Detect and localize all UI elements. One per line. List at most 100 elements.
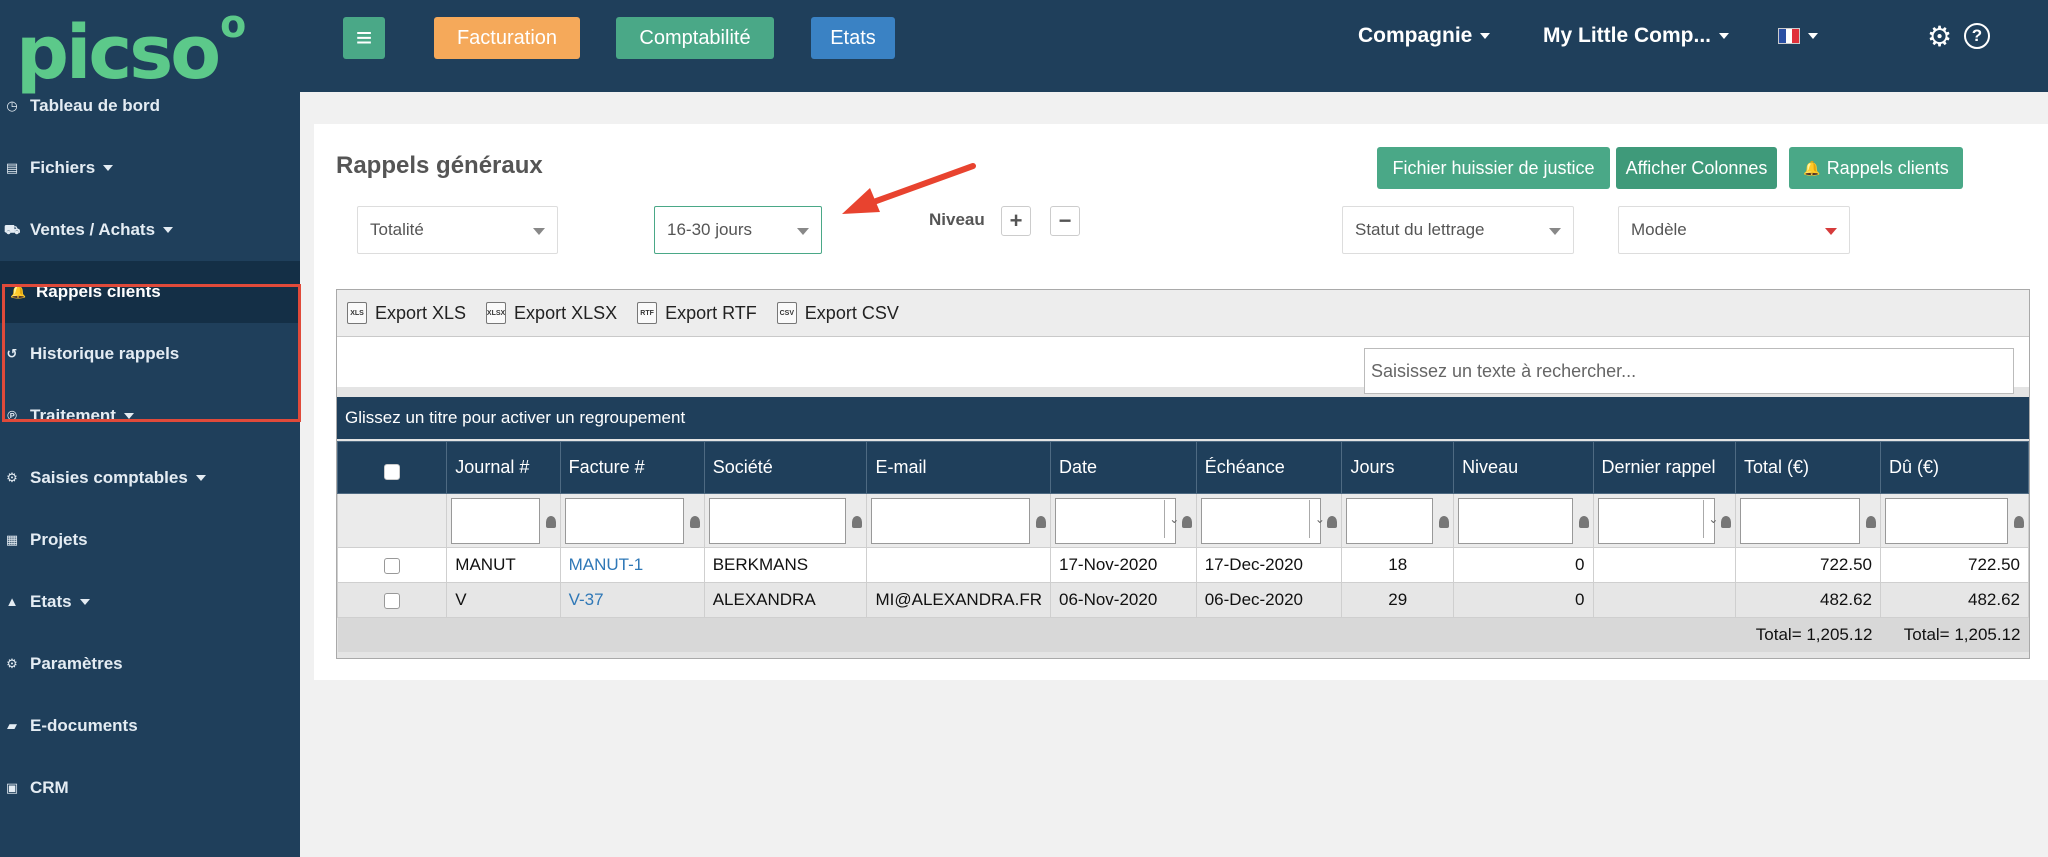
niveau-plus-button[interactable]: + (1001, 206, 1031, 236)
sidebar-item-10[interactable]: ⚙ Paramètres (0, 633, 300, 695)
etats-button[interactable]: Etats (811, 17, 895, 59)
column-header-0[interactable] (336, 441, 448, 494)
filter-icon[interactable] (1578, 516, 1589, 528)
group-by-bar[interactable]: Glissez un titre pour activer un regroup… (337, 397, 2029, 439)
comptabilite-button[interactable]: Comptabilité (616, 17, 774, 59)
sidebar-item-2[interactable]: ▤ Fichiers (0, 137, 300, 199)
settings-icon[interactable]: ⚙ (1927, 20, 1952, 53)
column-filter-input[interactable] (708, 497, 847, 544)
total-cell (337, 617, 447, 652)
sidebar-item-label: Tableau de bord (30, 96, 161, 115)
column-header-11[interactable]: Dû (€) (1880, 441, 2029, 494)
menu-toggle-button[interactable]: ≡ (343, 17, 385, 59)
column-filter-input[interactable] (871, 497, 1030, 544)
filter-icon[interactable] (1181, 516, 1192, 528)
table-row[interactable]: V V-37 ALEXANDRA MI@ALEXANDRA.FR 06-Nov-2020… (336, 582, 2029, 618)
filter-icon[interactable] (545, 516, 556, 528)
cell-facture[interactable]: MANUT-1 (559, 547, 705, 583)
filter-icon[interactable] (2014, 516, 2024, 528)
column-header-9[interactable]: Dernier rappel (1592, 441, 1736, 494)
column-filter-input[interactable] (1055, 497, 1176, 544)
french-flag-icon (1778, 28, 1800, 44)
sidebar-item-12[interactable]: ▣ CRM (0, 757, 300, 819)
sidebar: picso o ◷ Tableau de bord ▤ Fichiers ⛟ Ventes … (0, 0, 301, 857)
lettrage-status-select[interactable]: Statut du lettrage (1342, 206, 1574, 254)
totalite-select[interactable]: Totalité (357, 206, 558, 254)
row-checkbox[interactable] (384, 557, 401, 574)
cell-niveau: 0 (1453, 582, 1594, 618)
sidebar-item-7[interactable]: ⚙ Saisies comptables (0, 447, 300, 509)
sidebar-item-4[interactable]: 🔔 Rappels clients (0, 261, 300, 323)
row-checkbox[interactable] (384, 592, 401, 609)
rtf-file-icon: RTF (637, 302, 658, 324)
sidebar-item-label: Fichiers (30, 158, 96, 177)
column-header-7[interactable]: Jours (1341, 441, 1455, 494)
cell-niveau: 0 (1453, 547, 1594, 583)
sidebar-item-1[interactable]: ◷ Tableau de bord (0, 75, 300, 137)
column-header-8[interactable]: Niveau (1453, 441, 1594, 494)
help-icon[interactable]: ? (1964, 23, 1990, 49)
column-filter-input[interactable] (1458, 497, 1573, 544)
column-header-label: Dû (€) (1889, 457, 1940, 477)
sidebar-item-label: Ventes / Achats (30, 220, 156, 239)
column-header-10[interactable]: Total (€) (1734, 441, 1882, 494)
filter-icon[interactable] (1866, 516, 1877, 528)
table-row[interactable]: MANUT MANUT-1 BERKMANS 17-Nov-2020 17-Dec-20… (336, 547, 2029, 583)
chevron-down-icon[interactable]: ⌄ (1702, 500, 1723, 538)
grid-search-input[interactable] (1364, 348, 2014, 394)
sidebar-item-11[interactable]: ▰ E-documents (0, 695, 300, 757)
column-filter-input[interactable] (1885, 497, 2008, 544)
show-columns-button[interactable]: Afficher Colonnes (1616, 147, 1777, 189)
sidebar-item-9[interactable]: ▲ Etats (0, 571, 300, 633)
modele-select[interactable]: Modèle (1618, 206, 1850, 254)
column-filter-input[interactable] (1739, 497, 1861, 544)
column-header-6[interactable]: Échéance (1195, 441, 1343, 494)
column-filter-input[interactable] (1346, 497, 1434, 544)
compagnie-dropdown[interactable]: Compagnie (1358, 24, 1491, 48)
filter-icon[interactable] (1720, 516, 1731, 528)
sidebar-item-5[interactable]: ↺ Historique rappels (0, 323, 300, 385)
column-header-5[interactable]: Date (1050, 441, 1197, 494)
export-xls-button[interactable]: XLS Export XLS (347, 302, 466, 324)
sidebar-item-6[interactable]: ℗ Traitement (0, 385, 300, 447)
column-header-label: Facture # (568, 457, 645, 477)
cell-facture[interactable]: V-37 (559, 582, 705, 618)
period-select[interactable]: 16-30 jours (654, 206, 822, 254)
chevron-down-icon (797, 228, 809, 235)
filter-icon[interactable] (852, 516, 863, 528)
facturation-button[interactable]: Facturation (434, 17, 580, 59)
contact-card-icon: ▣ (5, 780, 19, 795)
column-filter-input[interactable] (1597, 497, 1715, 544)
period-value: 16-30 jours (667, 220, 753, 239)
chevron-down-icon[interactable]: ⌄ (1163, 500, 1184, 538)
export-xlsx-button[interactable]: XLSX Export XLSX (486, 302, 617, 324)
total-cell (1341, 617, 1454, 652)
column-filter-input[interactable] (564, 497, 684, 544)
client-reminders-button[interactable]: 🔔 Rappels clients (1789, 147, 1963, 189)
column-header-1[interactable]: Journal # (446, 441, 561, 494)
filter-row: ⌄ ⌄ ⌄ (336, 493, 2029, 548)
export-csv-button[interactable]: CSV Export CSV (776, 302, 899, 324)
column-header-4[interactable]: E-mail (866, 441, 1051, 494)
column-header-2[interactable]: Facture # (559, 441, 705, 494)
filter-icon[interactable] (689, 516, 700, 528)
total-cell: Total= 1,205.12 (1735, 617, 1881, 652)
language-dropdown[interactable] (1778, 28, 1818, 44)
sidebar-item-3[interactable]: ⛟ Ventes / Achats (0, 199, 300, 261)
sidebar-item-8[interactable]: ▦ Projets (0, 509, 300, 571)
select-all-checkbox[interactable] (384, 463, 401, 480)
export-rtf-button[interactable]: RTF Export RTF (637, 302, 757, 324)
filter-icon[interactable] (1327, 516, 1338, 528)
chevron-down-icon[interactable]: ⌄ (1309, 500, 1329, 538)
filter-cell (703, 493, 868, 548)
column-header-label: Dernier rappel (1601, 457, 1716, 477)
bailiff-file-button[interactable]: Fichier huissier de justice (1377, 147, 1610, 189)
chevron-down-icon (533, 228, 545, 235)
column-header-3[interactable]: Société (703, 441, 868, 494)
column-filter-input[interactable] (451, 497, 540, 544)
niveau-minus-button[interactable]: − (1050, 206, 1080, 236)
filter-icon[interactable] (1036, 516, 1046, 528)
company-selector-dropdown[interactable]: My Little Comp... (1543, 24, 1729, 48)
column-filter-input[interactable] (1200, 497, 1322, 544)
filter-icon[interactable] (1439, 516, 1450, 528)
